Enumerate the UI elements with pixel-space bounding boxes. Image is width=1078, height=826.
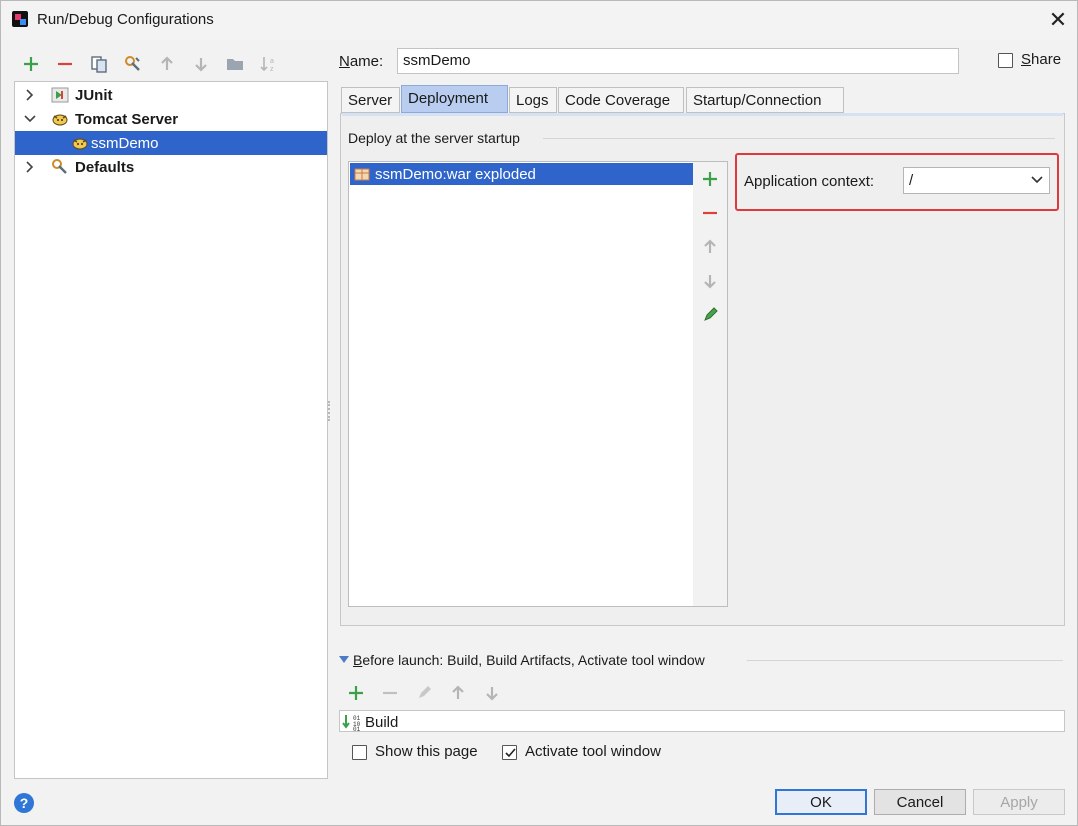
collapse-triangle-icon[interactable] xyxy=(339,656,349,664)
app-context-combobox[interactable]: / xyxy=(903,167,1050,194)
window-title: Run/Debug Configurations xyxy=(37,11,214,28)
folder-icon[interactable] xyxy=(222,51,248,77)
tree-item-label: ssmDemo xyxy=(91,134,159,152)
tab-code-coverage[interactable]: Code Coverage xyxy=(558,87,684,113)
tab-logs[interactable]: Logs xyxy=(509,87,557,113)
tomcat-icon xyxy=(72,138,88,150)
show-page-checkbox[interactable] xyxy=(352,745,367,760)
list-item[interactable]: ssmDemo:war exploded xyxy=(350,163,693,185)
cancel-button[interactable]: Cancel xyxy=(874,789,966,815)
activate-tool-window-checkbox[interactable] xyxy=(502,745,517,760)
artifact-icon xyxy=(354,168,370,181)
arrow-down-icon[interactable] xyxy=(479,680,505,706)
arrow-down-icon[interactable] xyxy=(697,268,723,294)
arrow-up-icon[interactable] xyxy=(697,234,723,260)
copy-icon[interactable] xyxy=(86,51,112,77)
app-context-label: Application context: xyxy=(744,173,875,190)
apply-button[interactable]: Apply xyxy=(973,789,1065,815)
tree-item-junit[interactable]: JUnit xyxy=(15,83,327,107)
arrow-up-icon[interactable] xyxy=(445,680,471,706)
tomcat-icon xyxy=(52,114,68,126)
arrow-up-icon[interactable] xyxy=(154,51,180,77)
intellij-app-icon xyxy=(12,11,28,27)
artifact-actions xyxy=(693,161,728,607)
artifact-list[interactable]: ssmDemo:war exploded xyxy=(348,161,694,607)
name-input[interactable]: ssmDemo xyxy=(397,48,959,74)
tree-item-defaults[interactable]: Defaults xyxy=(15,155,327,179)
name-label: Name: xyxy=(339,53,384,70)
chevron-down-icon[interactable] xyxy=(1031,175,1043,185)
tree-item-label: Defaults xyxy=(75,158,135,176)
app-context-value: / xyxy=(909,172,914,189)
remove-icon[interactable] xyxy=(52,51,78,77)
add-icon[interactable] xyxy=(343,680,369,706)
help-button[interactable]: ? xyxy=(14,793,34,813)
svg-text:z: z xyxy=(270,66,274,73)
tree-item-tomcat-server[interactable]: Tomcat Server xyxy=(15,107,327,131)
share-label: Share xyxy=(1021,51,1062,68)
dialog-window: Run/Debug Configurations ✕ az JUnit Tomc… xyxy=(0,0,1078,826)
junit-icon xyxy=(51,87,69,103)
deploy-section-title: Deploy at the server startup xyxy=(348,130,520,146)
tab-startup-connection[interactable]: Startup/Connection xyxy=(686,87,844,113)
tree-item-label: JUnit xyxy=(75,86,113,104)
chevron-right-icon[interactable] xyxy=(23,88,37,102)
config-toolbar: az xyxy=(18,51,282,77)
tab-accent-strip xyxy=(342,113,1063,116)
section-divider xyxy=(543,138,1055,139)
share-checkbox[interactable] xyxy=(998,53,1013,68)
add-icon[interactable] xyxy=(18,51,44,77)
before-launch-toolbar xyxy=(343,680,505,706)
tree-item-ssmdemo[interactable]: ssmDemo xyxy=(15,131,327,155)
ok-button[interactable]: OK xyxy=(775,789,867,815)
splitter-handle[interactable] xyxy=(328,401,332,421)
remove-icon[interactable] xyxy=(697,200,723,226)
show-page-label: Show this page xyxy=(375,743,478,760)
checkmark-icon xyxy=(505,748,516,758)
wrench-icon[interactable] xyxy=(120,51,146,77)
list-item[interactable]: 01 10 01 Build xyxy=(342,712,398,732)
tab-deployment[interactable]: Deployment xyxy=(401,85,508,113)
edit-pencil-icon[interactable] xyxy=(411,680,437,706)
sort-az-icon[interactable]: az xyxy=(256,51,282,77)
svg-text:a: a xyxy=(270,58,274,65)
tab-server[interactable]: Server xyxy=(341,87,400,113)
activate-tool-window-label: Activate tool window xyxy=(525,743,661,760)
section-divider xyxy=(747,660,1063,661)
title-bar: Run/Debug Configurations ✕ xyxy=(1,1,1077,39)
task-label: Build xyxy=(365,713,399,731)
close-window-button[interactable]: ✕ xyxy=(1047,9,1069,31)
add-icon[interactable] xyxy=(697,166,723,192)
artifact-label: ssmDemo:war exploded xyxy=(375,165,536,183)
chevron-right-icon[interactable] xyxy=(23,160,37,174)
configuration-tree[interactable]: JUnit Tomcat Server ssmDemo Defaults xyxy=(14,81,328,779)
arrow-down-icon[interactable] xyxy=(188,51,214,77)
remove-icon[interactable] xyxy=(377,680,403,706)
tree-item-label: Tomcat Server xyxy=(75,110,179,128)
before-launch-list[interactable]: 01 10 01 Build xyxy=(339,710,1065,732)
edit-pencil-icon[interactable] xyxy=(697,302,723,328)
svg-text:01: 01 xyxy=(353,726,361,731)
before-launch-title: Before launch: Build, Build Artifacts, A… xyxy=(353,652,705,668)
wrench-icon xyxy=(52,159,67,174)
build-icon: 011001 xyxy=(342,715,361,731)
chevron-down-icon[interactable] xyxy=(23,112,37,126)
